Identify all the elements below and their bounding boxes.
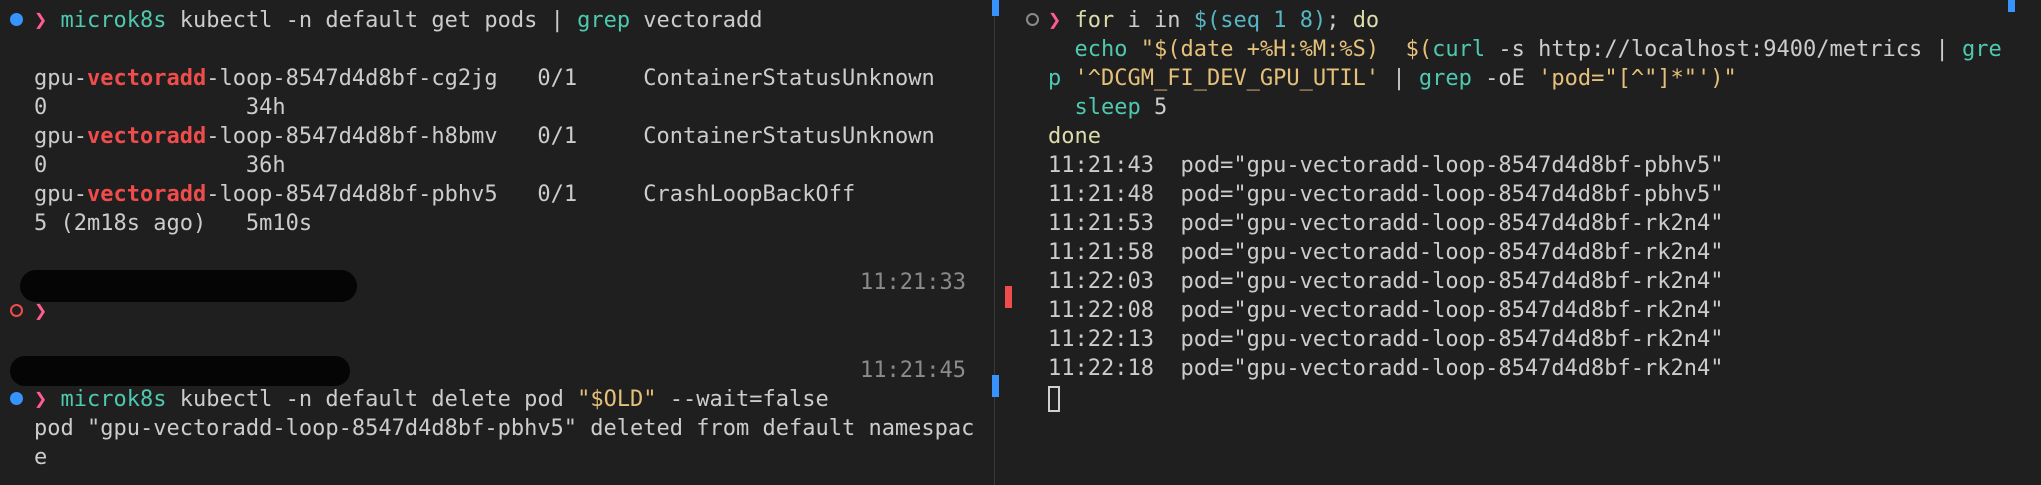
command-grep: grep [577, 8, 631, 33]
terminal-pane-left[interactable]: ❯ microk8s kubectl -n default get pods |… [0, 0, 990, 485]
scroll-marker [992, 375, 999, 397]
prompt-chevron-icon: ❯ [34, 8, 61, 33]
command-args: kubectl -n default get pods | [166, 8, 578, 33]
empty-prompt-line: ❯ [0, 297, 47, 326]
prompt-chevron-icon: ❯ [34, 387, 61, 412]
command-line-delete-pod: ❯ microk8s kubectl -n default delete pod… [34, 387, 829, 412]
output-line: 11:22:03 pod="gpu-vectoradd-loop-8547d4d… [1048, 269, 1724, 294]
prompt-chevron-icon: ❯ [34, 299, 48, 324]
output-line: 11:22:18 pod="gpu-vectoradd-loop-8547d4d… [1048, 356, 1724, 381]
pod-row-cont: 5 (2m18s ago) 5m10s [34, 211, 313, 236]
output-line: 11:22:13 pod="gpu-vectoradd-loop-8547d4d… [1048, 327, 1724, 352]
timestamp: 11:21:33 [860, 270, 966, 295]
output-line: 11:21:58 pod="gpu-vectoradd-loop-8547d4d… [1048, 240, 1724, 265]
output-line: 11:21:43 pod="gpu-vectoradd-loop-8547d4d… [1048, 153, 1724, 178]
prompt-chevron-icon: ❯ [1048, 8, 1075, 33]
scroll-marker [992, 0, 999, 16]
command-running-icon[interactable] [1026, 13, 1039, 26]
script-line: sleep 5 [1074, 95, 1168, 120]
redacted-prompt [10, 356, 350, 386]
output-line: 11:21:53 pod="gpu-vectoradd-loop-8547d4d… [1048, 211, 1724, 236]
command-args-tail: vectoradd [630, 8, 763, 33]
command-name: microk8s [60, 8, 167, 33]
terminal-pane-right[interactable]: ❯ for i in $(seq 1 8); do echo "$(date +… [1000, 0, 2041, 485]
script-line: p '^DCGM_FI_DEV_GPU_UTIL' | grep -oE 'po… [1048, 66, 1737, 91]
timestamp: 11:21:45 [860, 358, 966, 383]
script-line: echo "$(date +%H:%M:%S) $(curl -s http:/… [1074, 37, 2002, 62]
pod-row: gpu-vectoradd-loop-8547d4d8bf-pbhv5 0/1 … [34, 182, 856, 207]
pod-row-cont: 0 36h [34, 153, 286, 178]
pod-row: gpu-vectoradd-loop-8547d4d8bf-h8bmv 0/1 … [34, 124, 935, 149]
output-line: 11:22:08 pod="gpu-vectoradd-loop-8547d4d… [1048, 298, 1724, 323]
pod-row-cont: 0 34h [34, 95, 286, 120]
command-output: e [34, 445, 48, 470]
terminal-cursor[interactable] [1048, 386, 1060, 412]
pane-divider[interactable] [990, 0, 1000, 485]
command-output: pod "gpu-vectoradd-loop-8547d4d8bf-pbhv5… [34, 416, 975, 441]
script-line: done [1048, 124, 1101, 149]
command-line-get-pods: ❯ microk8s kubectl -n default get pods |… [0, 6, 763, 35]
redacted-prompt [20, 270, 357, 302]
script-line: ❯ for i in $(seq 1 8); do [1048, 8, 1380, 33]
output-line: 11:21:48 pod="gpu-vectoradd-loop-8547d4d… [1048, 182, 1724, 207]
pod-row: gpu-vectoradd-loop-8547d4d8bf-cg2jg 0/1 … [34, 66, 935, 91]
